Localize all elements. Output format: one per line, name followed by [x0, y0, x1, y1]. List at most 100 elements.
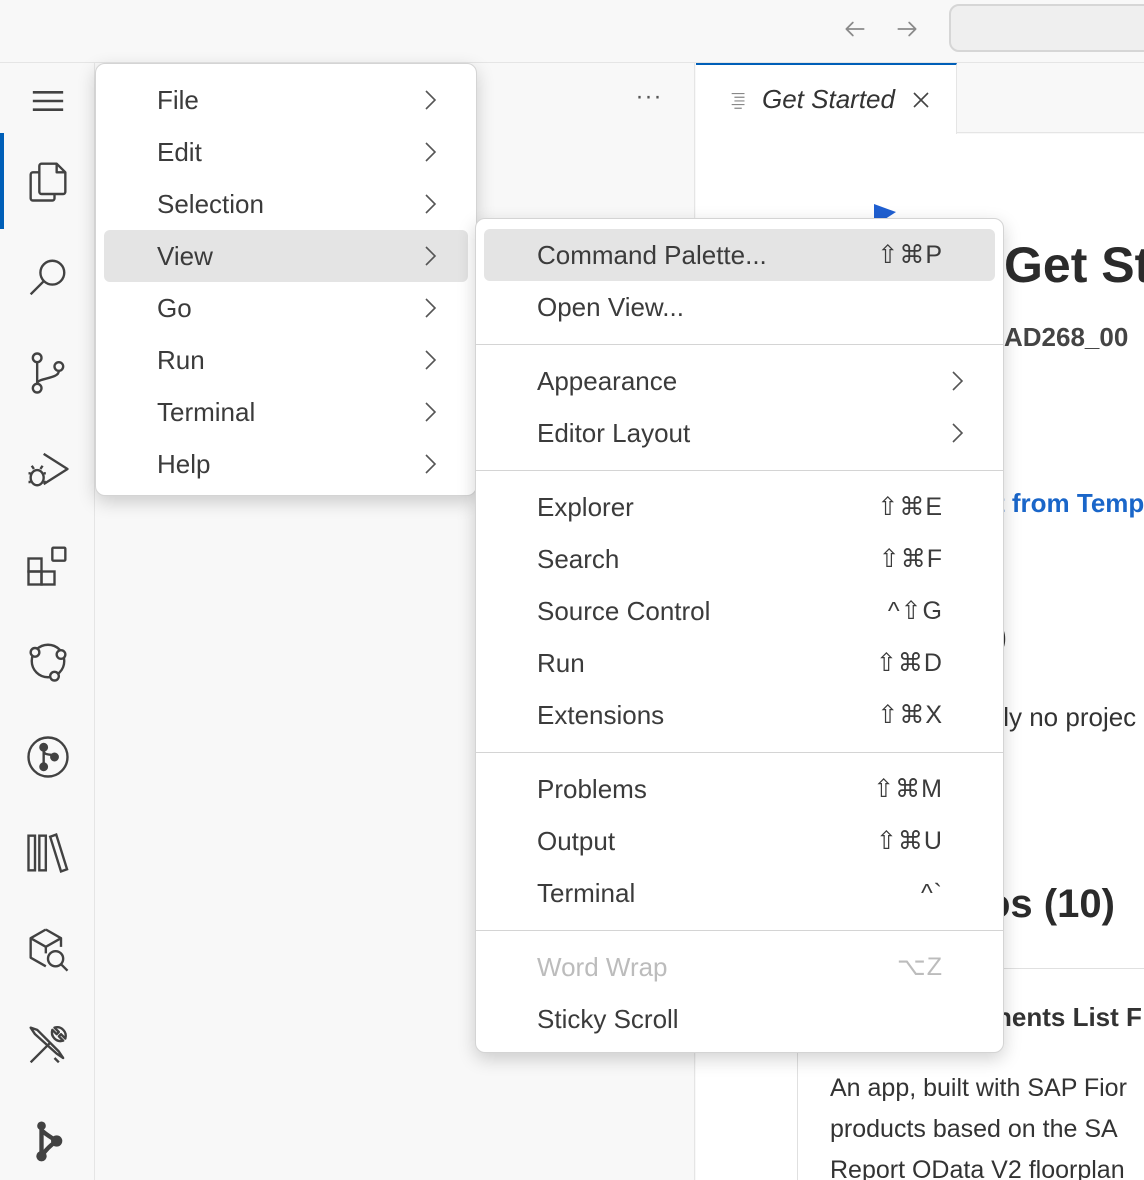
shortcut-label: ⇧⌘U: [875, 827, 943, 855]
chevron-right-icon: [952, 423, 964, 443]
menu-item-label: View: [157, 240, 213, 271]
sample-card-description: An app, built with SAP Fior products bas…: [830, 1074, 1127, 1180]
chevron-right-icon: [425, 194, 437, 214]
menu-item-command-palette[interactable]: Command Palette... ⇧⌘P: [484, 229, 995, 281]
menu-item-help[interactable]: Help: [104, 438, 468, 490]
source-control-icon[interactable]: [20, 345, 76, 401]
menu-separator: [476, 930, 1003, 931]
menu-item-appearance[interactable]: Appearance: [484, 355, 995, 407]
activity-bar: [0, 63, 95, 1180]
chevron-right-icon: [425, 350, 437, 370]
no-projects-text: tly no projec: [996, 702, 1137, 732]
menu-item-label: Terminal: [537, 877, 636, 908]
chevron-right-icon: [425, 142, 437, 162]
explorer-files-icon[interactable]: [20, 153, 76, 209]
chevron-right-icon: [425, 246, 437, 266]
menu-item-label: Source Control: [537, 595, 711, 626]
run-debug-icon[interactable]: [20, 441, 76, 497]
shortcut-label: ⌥Z: [896, 953, 943, 981]
remote-explorer-icon[interactable]: [20, 633, 76, 689]
tab-title: Get Started: [762, 84, 895, 114]
shortcut-label: ⇧⌘M: [873, 775, 943, 803]
menu-item-label: Sticky Scroll: [537, 1003, 679, 1034]
menu-item-extensions[interactable]: Extensions ⇧⌘X: [484, 689, 995, 741]
menu-item-label: Terminal: [157, 396, 256, 427]
menu-item-label: Run: [537, 647, 585, 678]
menu-item-output[interactable]: Output ⇧⌘U: [484, 815, 995, 867]
menu-item-label: Search: [537, 543, 620, 574]
menu-item-label: Command Palette...: [537, 239, 767, 270]
shortcut-label: ⇧⌘P: [877, 241, 943, 269]
shortcut-label: ⇧⌘F: [878, 545, 943, 573]
menu-item-explorer[interactable]: Explorer ⇧⌘E: [484, 481, 995, 533]
cds-graph-icon[interactable]: [20, 921, 76, 977]
menu-item-sticky-scroll[interactable]: Sticky Scroll: [484, 993, 995, 1045]
menu-item-source-control[interactable]: Source Control ^⇧G: [484, 585, 995, 637]
library-icon[interactable]: [20, 825, 76, 881]
menu-item-go[interactable]: Go: [104, 282, 468, 334]
samples-heading: os (10): [986, 882, 1115, 926]
git-graph-icon[interactable]: [20, 729, 76, 785]
menu-item-selection[interactable]: Selection: [104, 178, 468, 230]
application-menu: File Edit Selection View Go Run Terminal…: [95, 63, 477, 496]
shortcut-label: ^⇧G: [887, 597, 943, 625]
menu-item-label: Word Wrap: [537, 951, 668, 982]
menu-item-label: Open View...: [537, 291, 684, 322]
menu-item-label: Output: [537, 825, 616, 856]
close-icon[interactable]: [909, 88, 933, 112]
menu-hamburger-icon[interactable]: [20, 73, 76, 129]
more-actions-icon[interactable]: ···: [632, 80, 666, 114]
title-bar: [0, 0, 1144, 63]
menu-separator: [476, 470, 1003, 471]
menu-item-label: File: [157, 84, 199, 115]
chevron-right-icon: [425, 454, 437, 474]
page-title: Get St: [1004, 237, 1144, 293]
tab-get-started[interactable]: Get Started: [696, 63, 957, 134]
preview-lines-icon: [731, 92, 745, 109]
shortcut-label: ⇧⌘E: [877, 493, 943, 521]
menu-item-terminal[interactable]: Terminal ^`: [484, 867, 995, 919]
menu-separator: [476, 752, 1003, 753]
chevron-right-icon: [952, 371, 964, 391]
back-arrow-icon[interactable]: [840, 14, 870, 44]
menu-item-problems[interactable]: Problems ⇧⌘M: [484, 763, 995, 815]
menu-item-label: Problems: [537, 773, 647, 804]
menu-item-edit[interactable]: Edit: [104, 126, 468, 178]
menu-item-run[interactable]: Run ⇧⌘D: [484, 637, 995, 689]
menu-item-label: Appearance: [537, 365, 678, 396]
active-indicator: [0, 133, 4, 229]
menu-item-view[interactable]: View: [104, 230, 468, 282]
editor-tab-bar: Get Started: [696, 63, 1144, 134]
menu-item-editor-layout[interactable]: Editor Layout: [484, 407, 995, 459]
menu-item-label: Extensions: [537, 699, 665, 730]
tools-icon[interactable]: [20, 1017, 76, 1073]
chevron-right-icon: [425, 90, 437, 110]
menu-item-run[interactable]: Run: [104, 334, 468, 386]
view-submenu: Command Palette... ⇧⌘P Open View... Appe…: [475, 218, 1004, 1053]
command-center-search[interactable]: [949, 4, 1144, 52]
menu-item-search[interactable]: Search ⇧⌘F: [484, 533, 995, 585]
menu-item-label: Selection: [157, 188, 264, 219]
menu-item-open-view[interactable]: Open View...: [484, 281, 995, 333]
sample-card-title: nents List F: [996, 1002, 1142, 1032]
chevron-right-icon: [425, 402, 437, 422]
menu-item-label: Editor Layout: [537, 417, 691, 448]
template-link[interactable]: t from Temp: [996, 488, 1144, 519]
menu-item-word-wrap[interactable]: Word Wrap ⌥Z: [484, 941, 995, 993]
search-icon[interactable]: [20, 249, 76, 305]
forward-arrow-icon[interactable]: [892, 14, 922, 44]
menu-separator: [476, 344, 1003, 345]
shortcut-label: ⇧⌘D: [875, 649, 943, 677]
menu-item-terminal[interactable]: Terminal: [104, 386, 468, 438]
shortcut-label: ⇧⌘X: [877, 701, 943, 729]
menu-item-label: Run: [157, 344, 205, 375]
menu-item-label: Edit: [157, 136, 202, 167]
menu-item-label: Help: [157, 448, 211, 479]
shortcut-label: ^`: [920, 878, 943, 907]
extensions-icon[interactable]: [20, 537, 76, 593]
menu-item-label: Explorer: [537, 491, 634, 522]
fiori-tools-icon[interactable]: [20, 1113, 76, 1169]
menu-item-file[interactable]: File: [104, 74, 468, 126]
project-subtitle: AD268_00: [1004, 322, 1129, 352]
menu-item-label: Go: [157, 292, 192, 323]
